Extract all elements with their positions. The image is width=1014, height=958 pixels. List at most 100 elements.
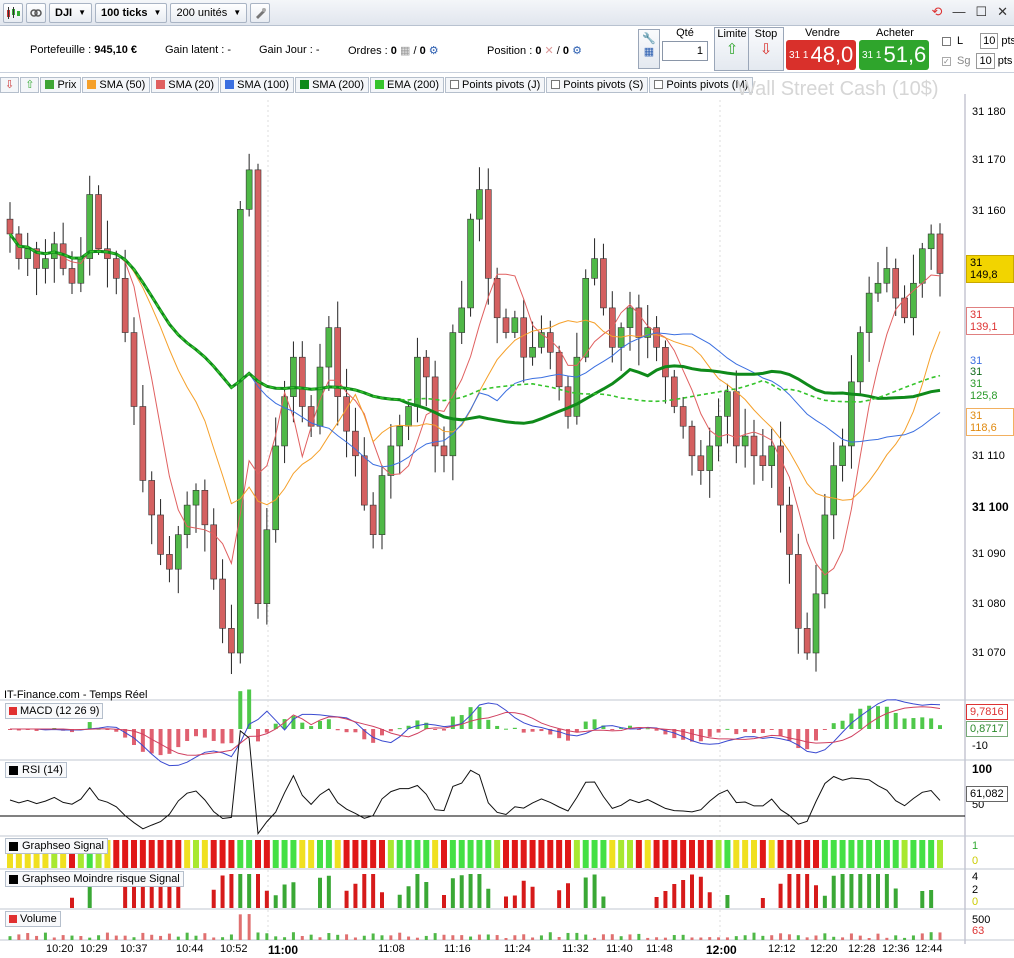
candlestick-chart-icon[interactable]	[3, 2, 23, 23]
macd-histogram-bar	[734, 729, 739, 735]
volume-bar	[141, 932, 145, 940]
signal-bar	[201, 840, 208, 868]
signal-bar	[919, 840, 926, 868]
sell-button[interactable]: 31 1 48,0	[786, 40, 856, 70]
gear-icon[interactable]: ⚙	[429, 45, 439, 57]
risk-signal-bar	[486, 888, 491, 908]
risk-signal-bar	[70, 897, 74, 908]
sg-points-input[interactable]: 10	[976, 53, 995, 69]
volume-bar	[407, 936, 411, 940]
legend-item[interactable]: Prix	[40, 76, 82, 93]
volume-value: 63	[972, 925, 985, 937]
macd-line	[10, 699, 941, 767]
gear-icon[interactable]: ⚙	[572, 45, 582, 57]
graphseo-signal-label[interactable]: Graphseo Signal	[5, 838, 108, 854]
signal-bar	[210, 840, 217, 868]
risk-signal-bar	[805, 874, 810, 908]
signal-bar	[830, 840, 837, 868]
trade-bar: Portefeuille : 945,10 € Gain latent : - …	[0, 27, 1014, 73]
legend-item[interactable]: EMA (200)	[370, 76, 445, 93]
legend-item[interactable]: Points pivots (S)	[546, 76, 649, 93]
legend-item[interactable]: SMA (200)	[295, 76, 370, 93]
link-icon[interactable]	[26, 2, 46, 23]
signal-bar	[387, 840, 394, 868]
volume-label[interactable]: Volume	[5, 911, 61, 927]
sg-checkbox[interactable]: ✓	[942, 56, 951, 66]
macd-histogram-bar	[893, 712, 898, 729]
volume-bar	[8, 936, 12, 940]
ordres-info[interactable]: Ordres : 0 ▦ / 0 ⚙	[348, 44, 439, 57]
candle-body	[219, 578, 226, 629]
candle-body	[892, 268, 900, 299]
legend-item[interactable]: SMA (100)	[220, 76, 295, 93]
price-tick: 31 070	[972, 647, 1006, 659]
ticks-select[interactable]: 100 ticks ▼	[95, 2, 168, 23]
scroll-left-icon[interactable]: ⇩	[0, 76, 20, 93]
settings-icon[interactable]	[250, 2, 271, 23]
risk-signal-bar	[876, 874, 880, 908]
time-tick: 12:20	[810, 943, 838, 955]
volume-bar	[274, 936, 278, 940]
macd-label[interactable]: MACD (12 26 9)	[5, 703, 104, 719]
units-select[interactable]: 200 unités ▼	[170, 2, 248, 23]
macd-histogram-bar	[264, 729, 269, 733]
macd-histogram-bar	[229, 729, 234, 744]
risk-signal-bar	[929, 890, 934, 908]
volume-bar	[805, 937, 809, 940]
position-info[interactable]: Position : 0 ✕ / 0 ⚙	[487, 44, 582, 57]
position-label: Position :	[487, 45, 533, 57]
volume-bar	[433, 933, 437, 940]
price-chart[interactable]	[0, 94, 1014, 944]
legend-item[interactable]: SMA (20)	[151, 76, 220, 93]
volume-bar	[557, 936, 561, 940]
legend-item[interactable]: SMA (50)	[82, 76, 151, 93]
rsi-label[interactable]: RSI (14)	[5, 762, 67, 778]
maximize-icon[interactable]: ☐	[975, 4, 987, 20]
risk-signal-bar	[787, 874, 792, 908]
gain-latent-label: Gain latent :	[165, 44, 225, 56]
buy-price-prefix: 31 1	[862, 49, 882, 61]
limit-order-button[interactable]: Limite ⇧	[714, 27, 750, 71]
order-settings-button[interactable]: 🔧 ▦	[638, 29, 660, 69]
volume-bar	[770, 935, 774, 940]
candle-body	[502, 317, 510, 333]
signal-bar	[875, 840, 881, 868]
risk-signal-bar	[256, 874, 260, 908]
candle-body	[422, 356, 430, 378]
buy-button[interactable]: 31 1 51,6	[859, 40, 929, 70]
moindre-tick-4: 4	[972, 871, 979, 883]
candle-body	[6, 218, 14, 235]
l-points-input[interactable]: 10	[980, 33, 999, 49]
close-icon[interactable]: ✕	[997, 4, 1008, 20]
volume-bar	[717, 937, 721, 940]
symbol-select[interactable]: DJI ▼	[49, 2, 93, 23]
volume-bar	[167, 933, 171, 940]
qty-input[interactable]: 1	[662, 41, 708, 61]
stop-order-button[interactable]: Stop ⇩	[748, 27, 784, 71]
signal-bar	[308, 840, 315, 868]
macd-histogram-bar	[929, 718, 934, 729]
legend-swatch	[156, 80, 166, 89]
limit-order-icon: ⇧	[725, 41, 739, 58]
legend-items: Prix SMA (50) SMA (20) SMA (100) SMA (200) EM…	[40, 76, 754, 93]
macd-histogram-bar	[176, 729, 181, 748]
candle-body	[121, 278, 129, 333]
macd-histogram-bar	[495, 725, 500, 729]
macd-histogram-bar	[849, 713, 854, 729]
limit-checkbox[interactable]	[942, 36, 951, 46]
volume-bar	[779, 933, 783, 940]
minimize-icon[interactable]: —	[952, 4, 965, 20]
sync-icon[interactable]: ⟲	[932, 4, 943, 20]
price-tick: 31 080	[972, 598, 1006, 610]
macd-tick: -10	[972, 740, 988, 752]
signal-bar	[405, 840, 412, 868]
signal-bar	[343, 840, 350, 868]
legend-item[interactable]: Points pivots (J)	[445, 76, 546, 93]
candle-body	[458, 307, 466, 333]
sg-unit: pts	[997, 55, 1013, 67]
scroll-right-icon[interactable]: ⇧	[20, 76, 40, 93]
volume-bar	[362, 935, 366, 940]
signal-bar	[361, 840, 368, 868]
graphseo-moindre-label[interactable]: Graphseo Moindre risque Signal	[5, 871, 184, 887]
ordres-count: 0	[390, 45, 397, 57]
